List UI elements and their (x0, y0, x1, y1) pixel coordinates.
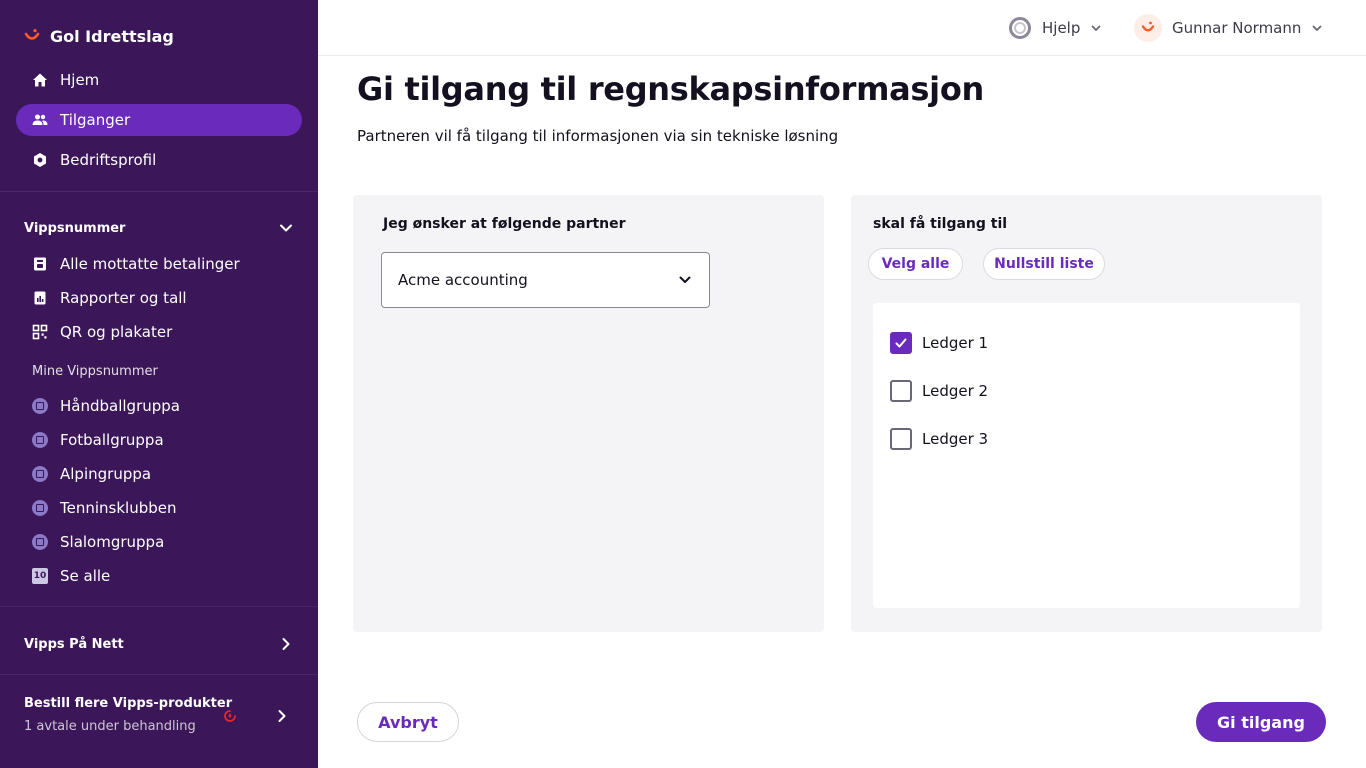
mine-vippsnummer-label: Mine Vippsnummer (32, 364, 158, 379)
sidebar-item-label: Alle mottatte betalinger (60, 255, 240, 273)
reports-icon (32, 290, 48, 306)
vipps-logo-icon (24, 29, 40, 40)
sidebar-item-label: Alpingruppa (60, 465, 152, 483)
chevron-down-icon (1091, 25, 1101, 31)
grant-access-button[interactable]: Gi tilgang (1196, 702, 1326, 742)
sidebar-item-label: QR og plakater (60, 323, 173, 341)
count-badge: 10 (32, 568, 48, 584)
sidebar-item-tenninsklubben[interactable]: Tenninsklubben (16, 494, 302, 522)
chevron-right-icon[interactable] (274, 708, 290, 724)
help-menu[interactable]: Hjelp (1008, 16, 1102, 40)
brand[interactable]: Gol Idrettslag (24, 24, 174, 48)
ledger-panel: skal få tilgang til Velg alle Nullstill … (851, 195, 1322, 632)
ledger-item-2[interactable]: Ledger 2 (890, 379, 988, 403)
order-products-block[interactable]: Bestill flere Vipps-produkter 1 avtale u… (24, 696, 294, 734)
sidebar-divider (0, 606, 318, 607)
sidebar: Gol Idrettslag Hjem Tilganger Bedriftspr… (0, 0, 318, 768)
vipps-pa-nett-title: Vipps På Nett (24, 636, 124, 652)
sidebar-item-label: Se alle (60, 567, 111, 585)
partner-panel-label: Jeg ønsker at følgende partner (383, 216, 626, 232)
vipps-pa-nett-section-header[interactable]: Vipps På Nett (24, 632, 294, 656)
partner-select[interactable]: Acme accounting (381, 252, 710, 308)
home-icon (32, 72, 48, 88)
sidebar-item-handballgruppa[interactable]: Håndballgruppa (16, 392, 302, 420)
sidebar-item-label: Bedriftsprofil (60, 151, 157, 169)
sidebar-item-se-alle[interactable]: 10 Se alle (16, 562, 302, 590)
sidebar-item-qr-og-plakater[interactable]: QR og plakater (16, 318, 302, 346)
sidebar-item-bedriftsprofil[interactable]: Bedriftsprofil (16, 144, 302, 176)
vippsnummer-icon (32, 466, 48, 482)
sidebar-item-alle-mottatte-betalinger[interactable]: Alle mottatte betalinger (16, 250, 302, 278)
users-icon (32, 112, 48, 128)
ledger-list: Ledger 1 Ledger 2 Ledger 3 (873, 303, 1300, 608)
help-label: Hjelp (1042, 19, 1081, 37)
sidebar-item-alpingruppa[interactable]: Alpingruppa (16, 460, 302, 488)
ledger-panel-label: skal få tilgang til (873, 216, 1008, 232)
vippsnummer-title: Vippsnummer (24, 220, 126, 236)
checkbox-checked[interactable] (890, 332, 912, 354)
partner-panel: Jeg ønsker at følgende partner Acme acco… (353, 195, 824, 632)
pending-status-icon (224, 710, 236, 722)
chevron-down-icon (1312, 25, 1322, 31)
qr-icon (32, 324, 48, 340)
brand-name: Gol Idrettslag (50, 26, 174, 46)
help-icon (1009, 17, 1031, 39)
checkmark-icon (895, 338, 907, 348)
sidebar-item-fotballgruppa[interactable]: Fotballgruppa (16, 426, 302, 454)
ledger-label: Ledger 1 (922, 334, 989, 352)
sidebar-item-label: Slalomgruppa (60, 533, 165, 551)
user-name: Gunnar Normann (1172, 19, 1302, 37)
vippsnummer-icon (32, 398, 48, 414)
sidebar-item-hjem[interactable]: Hjem (16, 64, 302, 96)
sidebar-divider (0, 191, 318, 192)
order-subtitle: 1 avtale under behandling (24, 719, 196, 734)
chevron-right-icon (282, 638, 290, 650)
payments-icon (32, 256, 48, 272)
page-title: Gi tilgang til regnskapsinformasjon (357, 70, 985, 108)
user-menu[interactable]: Gunnar Normann (1134, 14, 1323, 42)
vipps-logo-icon (1141, 21, 1155, 32)
sidebar-item-tilganger[interactable]: Tilganger (16, 104, 302, 136)
ledger-label: Ledger 2 (922, 382, 989, 400)
sidebar-item-label: Håndballgruppa (60, 397, 180, 415)
checkbox-unchecked[interactable] (890, 380, 912, 402)
ledger-item-1[interactable]: Ledger 1 (890, 331, 988, 355)
sidebar-item-label: Tilganger (60, 111, 131, 129)
vippsnummer-section-header[interactable]: Vippsnummer (24, 216, 294, 240)
top-bar: Hjelp Gunnar Normann (318, 0, 1366, 56)
avatar (1134, 14, 1162, 42)
chevron-down-icon (280, 224, 292, 232)
select-all-button[interactable]: Velg alle (868, 248, 963, 280)
vippsnummer-icon (32, 500, 48, 516)
sidebar-item-slalomgruppa[interactable]: Slalomgruppa (16, 528, 302, 556)
reset-list-button[interactable]: Nullstill liste (983, 248, 1105, 280)
sidebar-item-label: Rapporter og tall (60, 289, 187, 307)
sidebar-item-label: Tenninsklubben (60, 499, 177, 517)
ledger-label: Ledger 3 (922, 430, 989, 448)
ledger-item-3[interactable]: Ledger 3 (890, 427, 988, 451)
chevron-down-icon (679, 276, 691, 283)
order-title: Bestill flere Vipps-produkter (24, 696, 233, 711)
partner-select-value: Acme accounting (398, 271, 528, 289)
page-subtitle: Partneren vil få tilgang til informasjon… (357, 127, 839, 145)
sidebar-item-rapporter-og-tall[interactable]: Rapporter og tall (16, 284, 302, 312)
settings-icon (32, 152, 48, 168)
sidebar-divider (0, 674, 318, 675)
checkbox-unchecked[interactable] (890, 428, 912, 450)
sidebar-item-label: Hjem (60, 71, 100, 89)
sidebar-item-label: Fotballgruppa (60, 431, 164, 449)
cancel-button[interactable]: Avbryt (357, 702, 459, 742)
vippsnummer-icon (32, 432, 48, 448)
vippsnummer-icon (32, 534, 48, 550)
